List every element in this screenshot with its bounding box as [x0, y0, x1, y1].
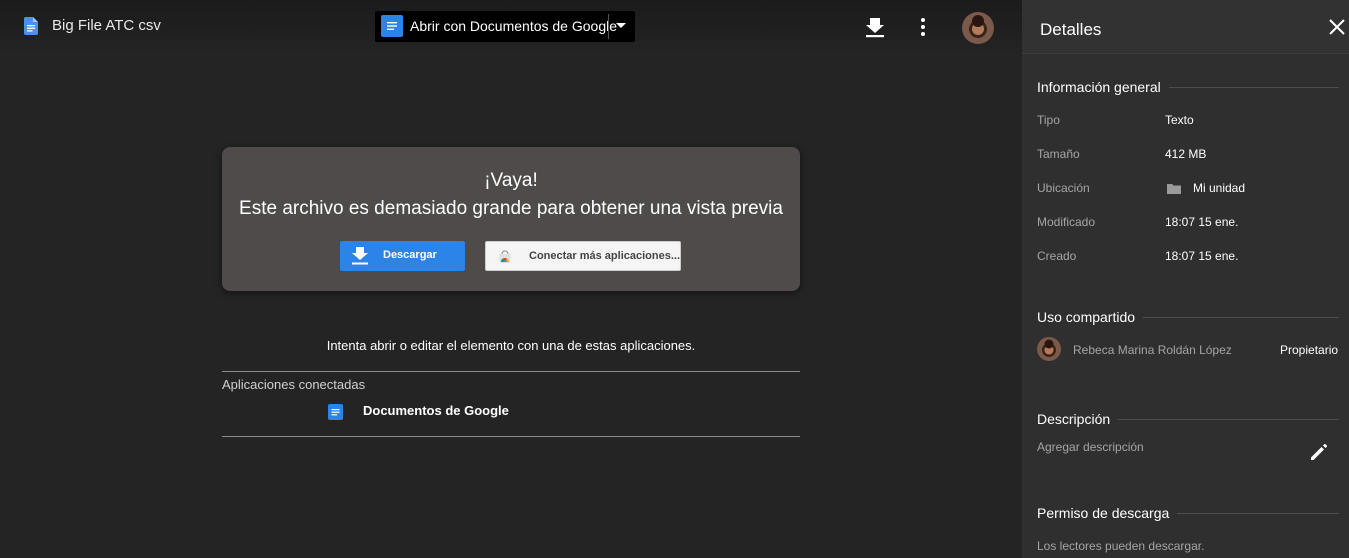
size-value: 412 MB	[1165, 147, 1207, 161]
preview-error-card: ¡Vaya! Este archivo es demasiado grande …	[222, 147, 800, 291]
section-divider	[1168, 86, 1339, 88]
connected-apps-label: Aplicaciones conectadas	[222, 377, 366, 392]
section-download-permission: Permiso de descarga	[1037, 505, 1339, 521]
apps-prompt-text: Intenta abrir o editar el elemento con u…	[326, 338, 696, 353]
download-button-label: Descargar	[383, 249, 437, 261]
divider	[222, 371, 800, 372]
section-divider	[1143, 316, 1339, 318]
location-key: Ubicación	[1037, 181, 1090, 195]
download-button[interactable]: Descargar	[340, 241, 465, 271]
app-item-label: Documentos de Google	[363, 403, 509, 418]
connect-apps-button[interactable]: Conectar más aplicaciones...	[485, 241, 681, 271]
location-value[interactable]: Mi unidad	[1193, 181, 1245, 195]
section-sharing: Uso compartido	[1037, 309, 1339, 325]
section-description-heading: Descripción	[1037, 411, 1111, 427]
section-general-heading: Información general	[1037, 79, 1161, 95]
google-docs-icon	[328, 404, 343, 420]
open-with-button[interactable]: Abrir con Documentos de Google	[375, 11, 635, 42]
created-key: Creado	[1037, 249, 1077, 263]
edit-pencil-icon[interactable]	[1309, 442, 1329, 462]
download-icon	[352, 247, 368, 265]
chevron-down-icon[interactable]	[616, 23, 626, 28]
open-with-divider	[608, 14, 609, 39]
more-vert-icon[interactable]	[912, 16, 934, 38]
section-general: Información general	[1037, 79, 1339, 95]
section-divider	[1177, 512, 1339, 514]
avatar[interactable]	[962, 12, 994, 44]
section-description: Descripción	[1037, 411, 1339, 427]
divider	[222, 436, 800, 437]
modified-key: Modificado	[1037, 215, 1096, 229]
owner-avatar	[1037, 337, 1061, 361]
top-bar: Big File ATC csv Abrir con Documentos de…	[0, 0, 1022, 56]
owner-name: Rebeca Marina Roldán López	[1073, 343, 1232, 357]
open-with-label: Abrir con Documentos de Google	[410, 18, 617, 34]
section-download-permission-heading: Permiso de descarga	[1037, 505, 1170, 521]
type-value: Texto	[1165, 113, 1194, 127]
add-description-text[interactable]: Agregar descripción	[1037, 440, 1144, 454]
details-header: Detalles	[1022, 0, 1349, 54]
section-sharing-heading: Uso compartido	[1037, 309, 1136, 325]
owner-role: Propietario	[1280, 343, 1339, 357]
connect-apps-label: Conectar más aplicaciones...	[529, 250, 681, 262]
section-divider	[1118, 418, 1339, 420]
folder-icon	[1167, 184, 1181, 194]
download-permission-text: Los lectores pueden descargar.	[1037, 539, 1205, 553]
chrome-webstore-icon	[499, 250, 511, 263]
download-icon[interactable]	[864, 16, 886, 38]
created-value: 18:07 15 ene.	[1165, 249, 1239, 263]
details-panel: Detalles Información general Tipo Texto …	[1022, 0, 1349, 558]
error-message: Este archivo es demasiado grande para ob…	[239, 198, 783, 219]
close-icon[interactable]	[1328, 18, 1346, 36]
preview-stage: Big File ATC csv Abrir con Documentos de…	[0, 0, 1022, 558]
error-title: ¡Vaya!	[484, 170, 538, 191]
type-key: Tipo	[1037, 113, 1060, 127]
file-title: Big File ATC csv	[52, 17, 161, 34]
details-title: Detalles	[1040, 20, 1102, 39]
modified-value: 18:07 15 ene.	[1165, 215, 1239, 229]
docs-file-icon	[24, 17, 38, 35]
size-key: Tamaño	[1037, 147, 1080, 161]
google-docs-icon	[381, 15, 403, 37]
